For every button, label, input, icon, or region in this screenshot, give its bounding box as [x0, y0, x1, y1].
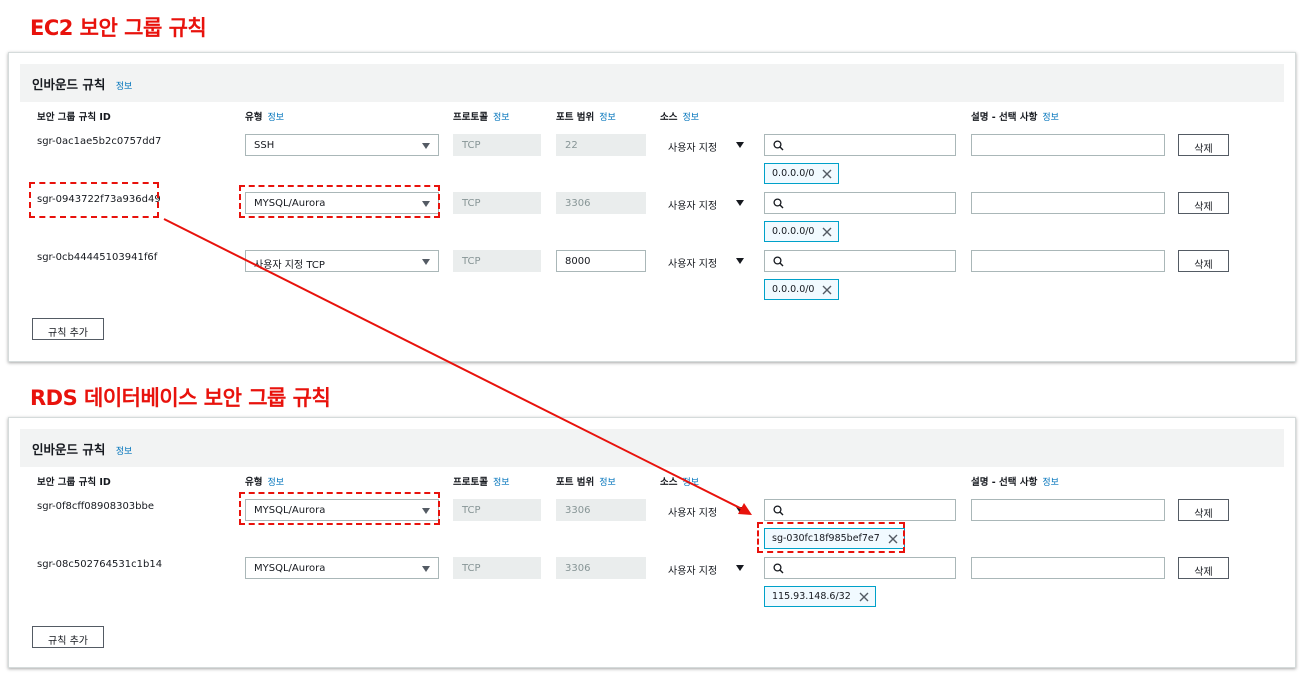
annotation-arrow	[163, 218, 752, 515]
